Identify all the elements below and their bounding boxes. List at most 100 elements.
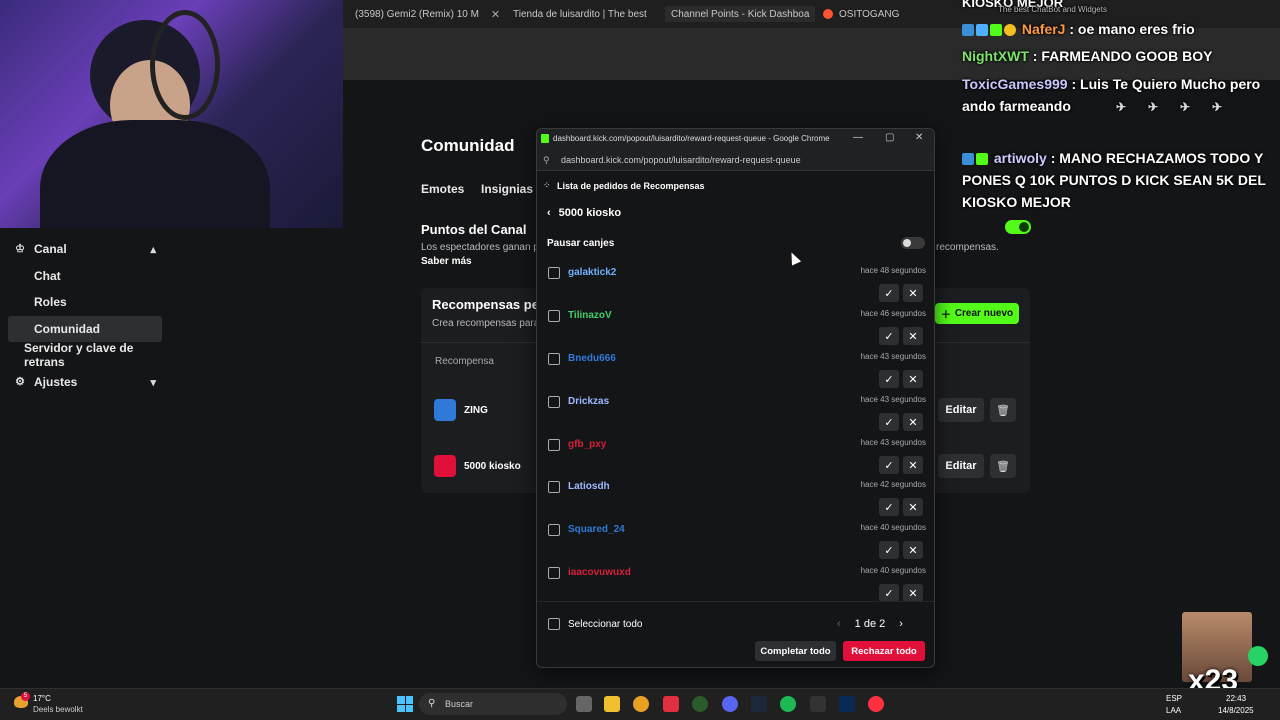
sidebar-item-comunidad[interactable]: Comunidad (8, 316, 162, 342)
file-explorer-icon[interactable] (604, 696, 620, 712)
weather-badge: 5 (21, 692, 30, 701)
maximize-icon[interactable]: ▢ (885, 132, 894, 143)
badge-icon (1004, 24, 1016, 37)
request-row: Latiosdh hace 42 segundos ✓ ✕ (537, 478, 934, 520)
tab-emotes[interactable]: Emotes (421, 182, 464, 196)
language-indicator[interactable]: ESP (1166, 694, 1182, 703)
emote-icon: ✈ (1180, 100, 1191, 114)
windows-start-icon[interactable] (397, 696, 413, 712)
edit-reward-button[interactable]: Editar (938, 454, 984, 478)
request-checkbox[interactable] (548, 481, 560, 493)
rewards-title: Recompensas per (432, 297, 544, 312)
app-icon[interactable] (810, 696, 826, 712)
chat-message: NaferJ : oe mano eres frio (962, 18, 1276, 40)
steam-icon[interactable] (751, 696, 767, 712)
check-icon[interactable]: ✓ (879, 456, 899, 474)
select-all-checkbox[interactable] (548, 618, 560, 630)
back-to-rewards[interactable]: ‹ 5000 kiosko (547, 207, 621, 219)
check-icon[interactable]: ✓ (879, 541, 899, 559)
popup-header: ⁘ Lista de pedidos de Recompensas (543, 180, 705, 191)
xbox-icon[interactable] (692, 696, 708, 712)
request-row: TilinazoV hace 46 segundos ✓ ✕ (537, 307, 934, 349)
chevron-left-icon[interactable]: ‹ (837, 618, 841, 630)
pause-redemptions-toggle[interactable] (901, 237, 925, 249)
app-icon[interactable] (663, 696, 679, 712)
learn-more-link[interactable]: Saber más (421, 256, 472, 267)
tab-tienda[interactable]: Tienda de luisardito | The best ✕ (507, 6, 659, 22)
sidebar-item-ajustes[interactable]: ⚙ Ajustes ▾ (8, 369, 162, 395)
channel-points-heading: Puntos del Canal (421, 222, 527, 237)
close-icon[interactable]: ✕ (903, 370, 923, 388)
popup-address-bar[interactable]: ⚲ dashboard.kick.com/popout/luisardito/r… (537, 149, 934, 171)
close-icon[interactable]: ✕ (903, 284, 923, 302)
complete-all-button[interactable]: Completar todo (755, 641, 836, 661)
sidebar-item-canal[interactable]: ♔ Canal ▴ (8, 236, 162, 262)
request-username: Latiosdh (568, 481, 610, 492)
close-icon[interactable]: ✕ (903, 456, 923, 474)
minimize-icon[interactable]: — (853, 132, 863, 143)
tab-ositogang[interactable]: OSITOGANG (823, 6, 923, 22)
photoshop-icon[interactable] (839, 696, 855, 712)
check-icon[interactable]: ✓ (879, 327, 899, 345)
request-row: iaacovuwuxd hace 40 segundos ✓ ✕ (537, 564, 934, 606)
weather-description: Deels bewolkt (33, 705, 83, 714)
chevron-right-icon[interactable]: › (899, 618, 903, 630)
tab-channel-points[interactable]: Channel Points - Kick Dashboa ✕ (665, 6, 815, 22)
request-checkbox[interactable] (548, 524, 560, 536)
site-info-icon[interactable]: ⚲ (543, 155, 550, 166)
clock-date[interactable]: 14/8/2025 (1218, 706, 1254, 715)
check-icon[interactable]: ✓ (879, 370, 899, 388)
queue-icon: ⁘ (543, 180, 551, 190)
check-icon[interactable]: ✓ (879, 413, 899, 431)
taskbar-search[interactable] (419, 693, 567, 715)
request-checkbox[interactable] (548, 310, 560, 322)
request-checkbox[interactable] (548, 439, 560, 451)
close-icon[interactable]: ✕ (915, 132, 923, 143)
emote-icon: ✈ (1148, 100, 1159, 114)
webcam-feed (0, 0, 343, 228)
check-icon[interactable]: ✓ (879, 584, 899, 602)
task-view-icon[interactable] (576, 696, 592, 712)
sidebar-item-roles[interactable]: Roles (8, 289, 162, 315)
request-checkbox[interactable] (548, 567, 560, 579)
badge-icon (962, 153, 974, 166)
close-icon[interactable]: ✕ (903, 327, 923, 345)
spotify-icon[interactable] (780, 696, 796, 712)
request-username: Squared_24 (568, 524, 625, 535)
request-row: galaktick2 hace 48 segundos ✓ ✕ (537, 264, 934, 306)
whatsapp-icon (1248, 646, 1268, 666)
close-icon[interactable]: ✕ (903, 584, 923, 602)
request-checkbox[interactable] (548, 396, 560, 408)
tab-youtube[interactable]: (3598) Gemi2 (Remix) 10 M ✕ (349, 6, 499, 22)
dashboard-sidebar: ♔ Canal ▴ Chat Roles Comunidad Servidor … (0, 228, 172, 688)
request-time: hace 40 segundos (860, 566, 926, 575)
close-icon[interactable]: ✕ (903, 541, 923, 559)
request-time: hace 48 segundos (860, 266, 926, 275)
trash-icon[interactable]: 🗑 (990, 398, 1016, 422)
discord-icon[interactable] (722, 696, 738, 712)
request-row: Squared_24 hace 40 segundos ✓ ✕ (537, 521, 934, 563)
close-icon[interactable]: ✕ (903, 413, 923, 431)
popup-titlebar: dashboard.kick.com/popout/luisardito/rew… (537, 129, 934, 149)
check-icon[interactable]: ✓ (879, 498, 899, 516)
request-checkbox[interactable] (548, 353, 560, 365)
keyboard-layout[interactable]: LAA (1166, 706, 1181, 715)
close-icon[interactable]: ✕ (903, 498, 923, 516)
sidebar-item-chat[interactable]: Chat (8, 263, 162, 289)
chrome-icon[interactable] (633, 696, 649, 712)
request-checkbox[interactable] (548, 267, 560, 279)
trash-icon[interactable]: 🗑 (990, 454, 1016, 478)
clock-time[interactable]: 22:43 (1226, 694, 1246, 703)
channel-points-toggle[interactable] (1005, 220, 1031, 234)
opera-icon[interactable] (868, 696, 884, 712)
close-tab-icon[interactable]: ✕ (491, 8, 499, 21)
chat-message: NightXWT : FARMEANDO GOOB BOY (962, 48, 1213, 64)
reject-all-button[interactable]: Rechazar todo (843, 641, 925, 661)
reward-icon (434, 399, 456, 421)
request-time: hace 46 segundos (860, 309, 926, 318)
edit-reward-button[interactable]: Editar (938, 398, 984, 422)
sidebar-item-servidor[interactable]: Servidor y clave de retrans (8, 341, 172, 369)
create-reward-button[interactable]: ＋ Crear nuevo (935, 303, 1019, 324)
tab-insignias[interactable]: Insignias d (481, 182, 544, 196)
check-icon[interactable]: ✓ (879, 284, 899, 302)
